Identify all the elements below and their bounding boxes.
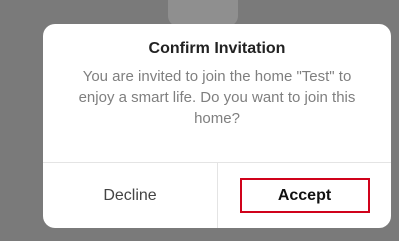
dialog-message: You are invited to join the home "Test" … <box>78 68 356 127</box>
dialog-title: Confirm Invitation <box>148 40 286 57</box>
accept-button[interactable]: Accept <box>218 163 391 228</box>
accept-button-label: Accept <box>239 178 370 213</box>
background-content <box>168 0 238 26</box>
decline-button[interactable]: Decline <box>43 163 217 228</box>
invitation-dialog: Confirm Invitation You are invited to jo… <box>43 24 391 228</box>
